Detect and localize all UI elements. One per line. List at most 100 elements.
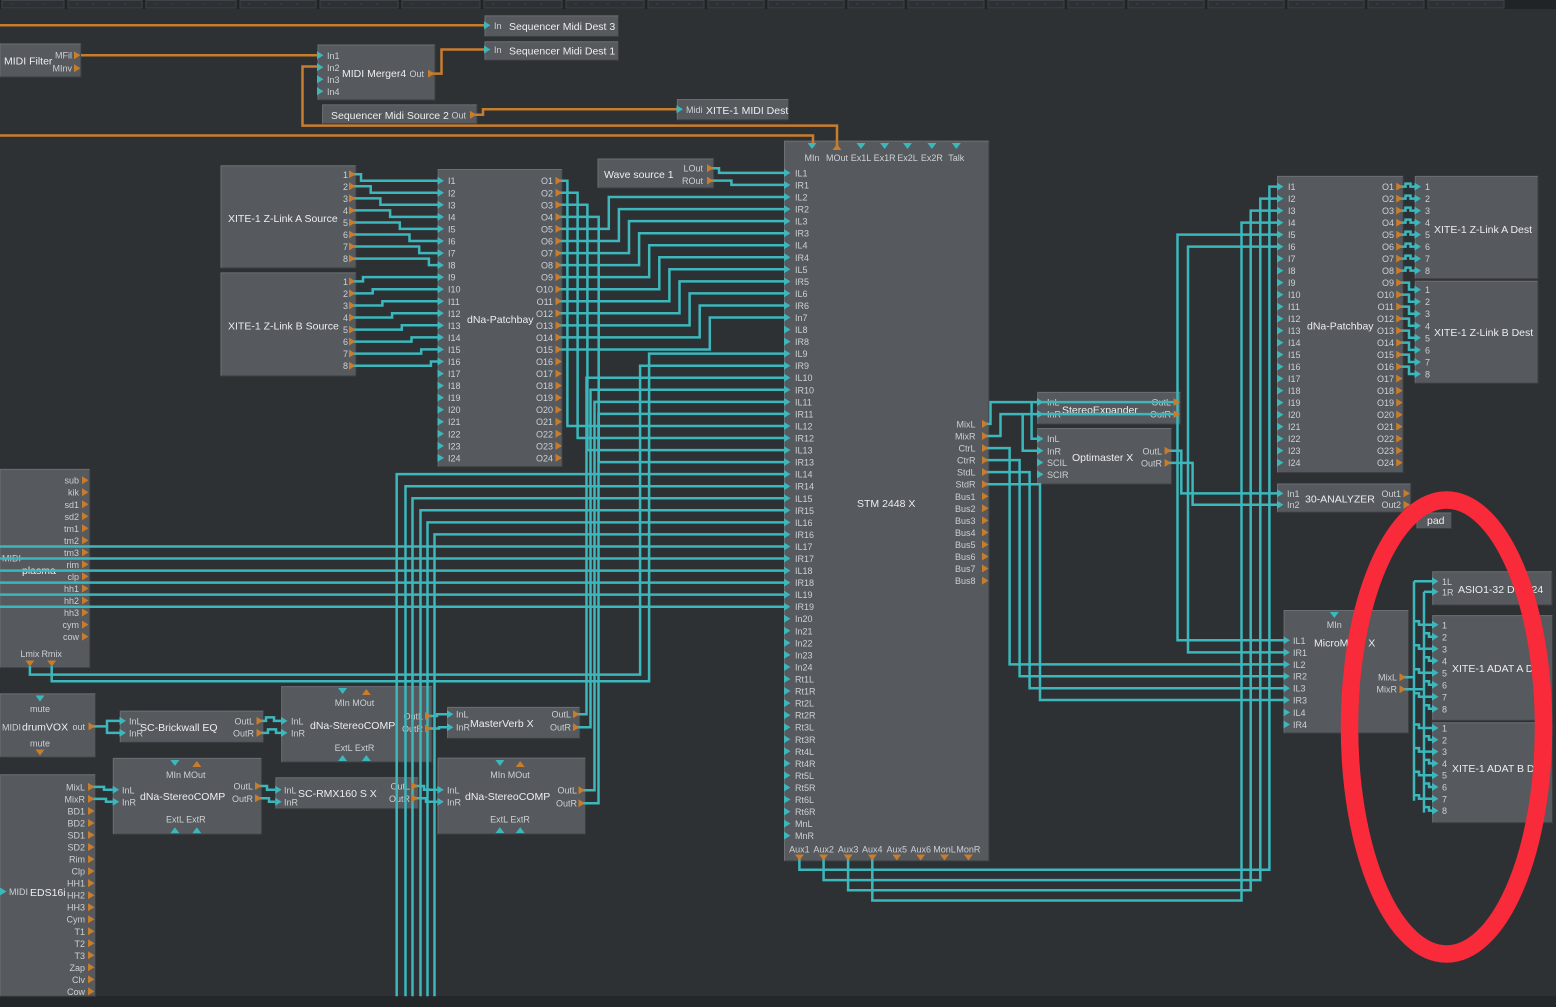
svg-text:Rt2R: Rt2R [795, 711, 816, 721]
svg-text:MicroMixer X: MicroMixer X [1314, 638, 1375, 650]
svg-text:I10: I10 [448, 285, 461, 295]
svg-text:Midi: Midi [686, 105, 703, 115]
svg-text:IR1: IR1 [1293, 648, 1307, 658]
svg-text:5: 5 [343, 218, 348, 228]
svg-text:1: 1 [1442, 620, 1447, 630]
svg-text:O23: O23 [1377, 446, 1394, 456]
svg-text:MIn: MIn [804, 153, 819, 163]
svg-text:IL9: IL9 [795, 349, 808, 359]
svg-text:IR8: IR8 [795, 337, 809, 347]
svg-text:Ex2R: Ex2R [921, 153, 944, 163]
svg-text:O20: O20 [1377, 410, 1394, 420]
svg-text:2: 2 [1442, 735, 1447, 745]
svg-text:I9: I9 [1288, 278, 1296, 288]
svg-text:OutR: OutR [389, 794, 411, 804]
svg-text:I17: I17 [1288, 374, 1301, 384]
svg-text:IL16: IL16 [795, 518, 813, 528]
svg-text:30-ANALYZER: 30-ANALYZER [1305, 494, 1375, 506]
svg-text:I21: I21 [1288, 422, 1301, 432]
svg-text:In1: In1 [1287, 489, 1300, 499]
svg-text:cym: cym [63, 620, 80, 630]
svg-text:IR6: IR6 [795, 301, 809, 311]
svg-text:XITE-1 MIDI Dest: XITE-1 MIDI Dest [706, 105, 788, 117]
svg-text:In2: In2 [327, 63, 340, 73]
svg-text:O12: O12 [1377, 314, 1394, 324]
svg-text:HH2: HH2 [67, 891, 85, 901]
svg-text:sub: sub [64, 476, 79, 486]
svg-text:MIn MOut: MIn MOut [335, 698, 375, 708]
svg-text:I16: I16 [1288, 362, 1301, 372]
svg-text:O18: O18 [1377, 386, 1394, 396]
svg-text:Rt3R: Rt3R [795, 735, 816, 745]
svg-text:4: 4 [1442, 656, 1447, 666]
svg-text:Out: Out [409, 69, 424, 79]
svg-text:Sequencer Midi Dest 1: Sequencer Midi Dest 1 [509, 45, 615, 57]
svg-text:O7: O7 [541, 249, 553, 259]
svg-text:Rt5R: Rt5R [795, 783, 816, 793]
svg-text:In20: In20 [795, 614, 813, 624]
svg-text:O3: O3 [541, 200, 553, 210]
svg-text:InR: InR [122, 797, 137, 807]
svg-text:IR3: IR3 [1293, 696, 1307, 706]
svg-text:Out: Out [451, 110, 466, 120]
svg-text:OutR: OutR [550, 723, 572, 733]
svg-text:I24: I24 [448, 453, 461, 463]
svg-text:IR5: IR5 [795, 277, 809, 287]
svg-text:Ex2L: Ex2L [897, 153, 918, 163]
svg-text:pad: pad [1427, 515, 1445, 527]
svg-text:XITE-1 ADAT B De: XITE-1 ADAT B De [1452, 763, 1540, 775]
svg-text:6: 6 [1425, 345, 1430, 355]
svg-text:InR: InR [456, 723, 471, 733]
svg-text:MnL: MnL [795, 819, 813, 829]
svg-text:Bus1: Bus1 [955, 492, 976, 502]
svg-text:StdL: StdL [957, 468, 976, 478]
svg-text:Rt1L: Rt1L [795, 675, 814, 685]
svg-text:O6: O6 [1382, 242, 1394, 252]
svg-text:MFil: MFil [55, 51, 72, 61]
svg-text:Bus7: Bus7 [955, 564, 976, 574]
svg-text:I6: I6 [448, 237, 456, 247]
svg-text:Rmix: Rmix [41, 649, 62, 659]
svg-text:LOut: LOut [683, 164, 703, 174]
svg-text:I3: I3 [1288, 206, 1296, 216]
svg-text:I14: I14 [1288, 338, 1301, 348]
svg-text:Aux1: Aux1 [789, 844, 810, 854]
svg-text:InL: InL [291, 716, 304, 726]
svg-text:O18: O18 [536, 381, 553, 391]
svg-text:In3: In3 [327, 75, 340, 85]
svg-text:HH3: HH3 [67, 903, 85, 913]
svg-text:IR2: IR2 [1293, 672, 1307, 682]
svg-text:Aux4: Aux4 [862, 844, 883, 854]
svg-text:IL4: IL4 [795, 241, 808, 251]
svg-text:I18: I18 [448, 381, 461, 391]
svg-text:MasterVerb X: MasterVerb X [470, 718, 534, 730]
svg-text:O23: O23 [536, 441, 553, 451]
svg-text:8: 8 [1442, 704, 1447, 714]
svg-text:Rt6R: Rt6R [795, 807, 816, 817]
svg-text:In23: In23 [795, 650, 813, 660]
svg-text:6: 6 [1442, 680, 1447, 690]
svg-text:Zap: Zap [69, 963, 85, 973]
svg-text:MIDI Merger4: MIDI Merger4 [342, 68, 406, 80]
svg-text:Ex1R: Ex1R [874, 153, 897, 163]
svg-text:IL11: IL11 [795, 397, 812, 407]
svg-text:InR: InR [129, 728, 144, 738]
svg-text:4: 4 [1442, 759, 1447, 769]
svg-text:tm2: tm2 [64, 536, 79, 546]
svg-text:I15: I15 [1288, 350, 1301, 360]
svg-text:1R: 1R [1442, 587, 1454, 597]
svg-text:InL: InL [122, 785, 135, 795]
svg-text:MIn: MIn [1327, 620, 1342, 630]
svg-text:OutL: OutL [233, 782, 253, 792]
svg-text:BD2: BD2 [67, 819, 85, 829]
svg-text:O16: O16 [536, 357, 553, 367]
svg-text:dNa-Patchbay: dNa-Patchbay [1307, 321, 1374, 333]
svg-text:kik: kik [68, 488, 79, 498]
svg-text:dNa-StereoCOMP: dNa-StereoCOMP [310, 720, 395, 732]
svg-text:Cym: Cym [67, 915, 86, 925]
svg-text:I11: I11 [1288, 302, 1300, 312]
svg-text:MIn MOut: MIn MOut [490, 770, 530, 780]
svg-text:5: 5 [1442, 668, 1447, 678]
svg-text:clp: clp [67, 572, 79, 582]
svg-text:4: 4 [343, 313, 348, 323]
